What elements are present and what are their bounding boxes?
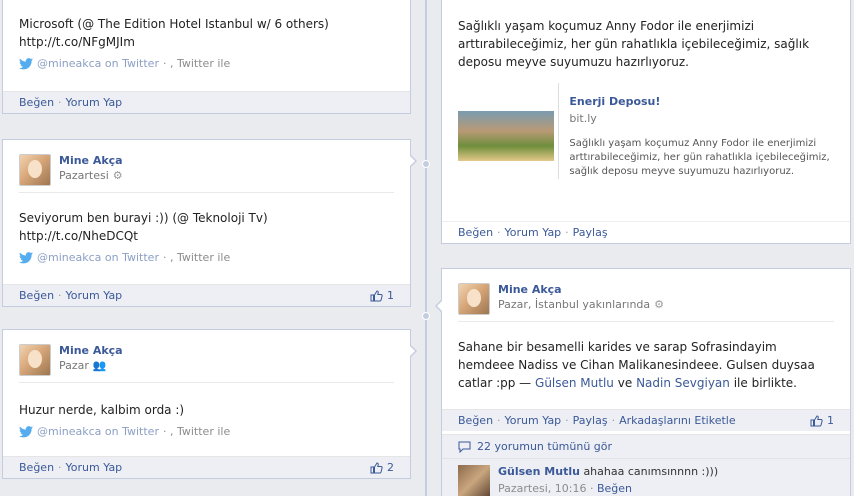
post-actions: Beğen · Yorum Yap [3,91,410,113]
post-actions: Beğen · Yorum Yap 1 [3,284,410,306]
shared-link-title[interactable]: Enerji Deposu! [569,95,834,108]
view-all-comments-label[interactable]: 22 yorumun tümünü gör [477,440,612,453]
comment-avatar[interactable] [458,465,490,496]
post-text: Sahane bir besamelli karides ve sarap So… [458,338,834,392]
settings-icon[interactable]: ⚙ [654,298,664,311]
timeline-dot [422,160,430,168]
like-link[interactable]: Beğen [458,226,493,239]
like-count-value: 2 [387,461,394,474]
tag-conjunction: ve [617,376,633,390]
timeline-dot [422,312,430,320]
author-name[interactable]: Mine Akça [59,344,123,357]
like-link[interactable]: Beğen [19,289,54,302]
shared-link-box[interactable]: Enerji Deposu! bit.ly Sağlıklı yaşam koç… [458,83,834,179]
comment-link[interactable]: Yorum Yap [66,96,123,109]
like-link[interactable]: Beğen [19,461,54,474]
pointer-caret [435,299,443,313]
like-count[interactable]: 1 [810,414,834,427]
pointer-caret [409,154,417,168]
timeline-post-teknoloji: Mine Akça Pazartesi ⚙ Seviyorum ben bura… [2,139,417,307]
post-time[interactable]: Pazartesi [59,169,109,182]
timeline-spine [425,0,427,496]
comments-section: 22 yorumun tümünü gör Gülsen Mutlu ahaha… [442,434,850,496]
friends-icon[interactable]: 👥 [93,359,107,372]
comment-link[interactable]: Yorum Yap [505,414,562,427]
twitter-handle-link[interactable]: @mineakca on Twitter [37,425,159,438]
post-time[interactable]: Pazar [59,359,89,372]
comment-author[interactable]: Gülsen Mutlu [498,465,580,478]
comment-bubble-icon [458,441,471,453]
tagged-friend-link[interactable]: Gülsen Mutlu [535,376,614,390]
like-link[interactable]: Beğen [19,96,54,109]
tag-suffix: ile birlikte. [733,376,797,390]
avatar[interactable] [458,283,490,315]
comment-text: ahahaa canımsınnnn :))) [583,465,719,478]
twitter-icon [19,425,33,437]
post-link[interactable]: http://t.co/NFgMJIm [19,35,135,49]
comment-time[interactable]: Pazartesi, 10:16 [498,482,586,495]
twitter-icon [19,57,33,69]
comment-link[interactable]: Yorum Yap [66,289,123,302]
post-meta: Pazar, İstanbul yakınlarında ⚙ [498,298,664,311]
post-actions: Beğen · Yorum Yap · Paylaş · Arkadaşları… [442,409,850,431]
like-count[interactable]: 1 [370,289,394,302]
share-link[interactable]: Paylaş [573,226,608,239]
share-link[interactable]: Paylaş [573,414,608,427]
post-header: Mine Akça Pazartesi ⚙ [19,140,394,186]
author-name[interactable]: Mine Akça [498,283,664,296]
post-link[interactable]: http://t.co/NheDCQt [19,229,138,243]
timeline-post-microsoft: Microsoft (@ The Edition Hotel Istanbul … [2,0,411,114]
post-actions: Beğen · Yorum Yap 2 [3,456,410,478]
thumbs-up-icon [370,461,383,473]
twitter-handle-link[interactable]: @mineakca on Twitter [37,251,159,264]
twitter-via: · , Twitter ile [162,425,231,438]
shared-link-thumbnail[interactable] [458,111,555,161]
twitter-via: · , Twitter ile [162,57,231,70]
comment-link[interactable]: Yorum Yap [505,226,562,239]
shared-link-description: Sağlıklı yaşam koçumuz Anny Fodor ile en… [569,138,830,177]
post-text: Huzur nerde, kalbim orda :) [19,403,185,417]
post-text: Sağlıklı yaşam koçumuz Anny Fodor ile en… [458,19,810,69]
avatar[interactable] [19,154,51,186]
thumbs-up-icon [810,414,823,426]
post-text: Microsoft (@ The Edition Hotel Istanbul … [19,17,329,31]
twitter-source: @mineakca on Twitter · , Twitter ile [19,57,394,70]
post-text: Seviyorum ben burayi :)) (@ Teknoloji Tv… [19,211,268,225]
twitter-via: · , Twitter ile [162,251,231,264]
post-meta: Pazartesi ⚙ [59,169,123,182]
like-count[interactable]: 2 [370,461,394,474]
twitter-handle-link[interactable]: @mineakca on Twitter [37,57,159,70]
comment-like-link[interactable]: Beğen [597,482,632,495]
thumbs-up-icon [370,289,383,301]
shared-link-info: Enerji Deposu! bit.ly Sağlıklı yaşam koç… [558,83,834,179]
settings-icon[interactable]: ⚙ [113,169,123,182]
post-time-location[interactable]: Pazar, İstanbul yakınlarında [498,298,650,311]
like-count-value: 1 [827,414,834,427]
comment-link[interactable]: Yorum Yap [66,461,123,474]
tagged-friend-link[interactable]: Nadin Sevgiyan [636,376,730,390]
like-count-value: 1 [387,289,394,302]
like-link[interactable]: Beğen [458,414,493,427]
post-header: Mine Akça Pazar 👥 [19,330,394,376]
timeline-post-enerji-deposu: Sağlıklı yaşam koçumuz Anny Fodor ile en… [441,0,851,244]
author-name[interactable]: Mine Akça [59,154,123,167]
timeline-post-huzur: Mine Akça Pazar 👥 Huzur nerde, kalbim or… [2,329,417,479]
shared-link-domain: bit.ly [569,112,597,125]
view-all-comments[interactable]: 22 yorumun tümünü gör [442,435,850,459]
comment-item: Gülsen Mutlu ahahaa canımsınnnn :))) Paz… [442,459,850,496]
twitter-source: @mineakca on Twitter · , Twitter ile [19,251,394,264]
pointer-caret [409,344,417,358]
post-meta: Pazar 👥 [59,359,123,372]
twitter-source: @mineakca on Twitter · , Twitter ile [19,425,394,438]
avatar[interactable] [19,344,51,376]
post-actions: Beğen · Yorum Yap · Paylaş [442,221,850,243]
tag-friends-link[interactable]: Arkadaşlarını Etiketle [619,414,736,427]
post-header: Mine Akça Pazar, İstanbul yakınlarında ⚙ [458,269,834,315]
twitter-icon [19,251,33,263]
timeline-post-sofra: Mine Akça Pazar, İstanbul yakınlarında ⚙… [435,268,851,496]
